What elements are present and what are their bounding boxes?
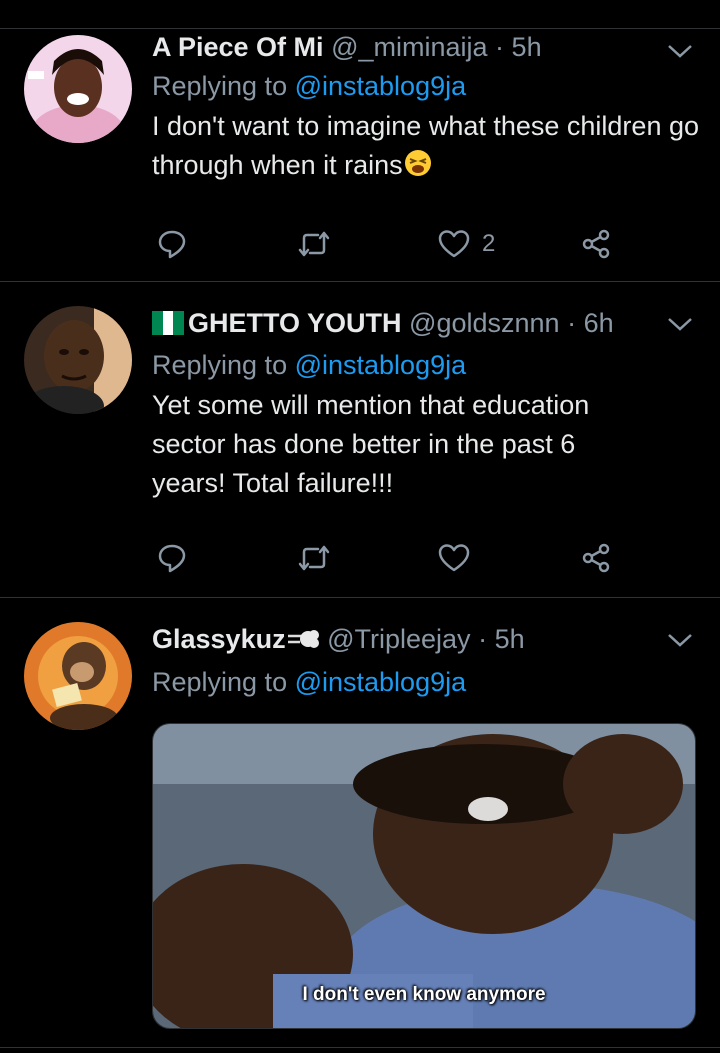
separator-dot: ·	[478, 624, 488, 654]
replying-to: Replying to @instablog9ja	[152, 663, 700, 701]
attached-media-image[interactable]: I don't even know anymore	[152, 723, 696, 1029]
retweet-button[interactable]	[296, 224, 332, 264]
avatar[interactable]	[24, 35, 132, 143]
separator-dot: ·	[495, 32, 505, 62]
avatar[interactable]	[24, 622, 132, 730]
retweet-icon	[298, 231, 330, 257]
share-button[interactable]	[580, 224, 612, 264]
share-icon	[582, 229, 610, 259]
heart-icon	[438, 544, 470, 572]
tired-face-emoji-icon	[403, 148, 433, 189]
retweet-button[interactable]	[296, 538, 332, 578]
separator-dot: ·	[567, 308, 577, 338]
avatar[interactable]	[24, 306, 132, 414]
tweet-header: Glassykuz @Tripleejay · 5h	[152, 621, 700, 661]
nigeria-flag-icon	[152, 308, 184, 344]
display-name[interactable]: A Piece Of Mi	[152, 32, 324, 62]
reply-button[interactable]	[156, 224, 188, 264]
replying-prefix: Replying to	[152, 350, 295, 380]
replying-prefix: Replying to	[152, 667, 295, 697]
tweet-reply[interactable]: GHETTO YOUTH @goldsznnn · 6h Replying to…	[0, 282, 720, 598]
dash-emoji-icon	[286, 625, 320, 661]
mention-link[interactable]: @instablog9ja	[295, 667, 467, 697]
tweet-header: GHETTO YOUTH @goldsznnn · 6h	[152, 305, 700, 344]
timestamp[interactable]: 5h	[512, 32, 542, 62]
media-caption: I don't even know anymore	[302, 984, 546, 1005]
heart-icon	[438, 230, 470, 258]
tweet-text: I don't want to imagine what these child…	[152, 107, 700, 189]
tweet-reply[interactable]: A Piece Of Mi @_miminaija · 5h Replying …	[0, 29, 720, 282]
user-handle[interactable]: @_miminaija	[331, 32, 487, 62]
retweet-icon	[298, 545, 330, 571]
tweet-text: Yet some will mention that education sec…	[152, 390, 590, 498]
reply-icon	[158, 230, 186, 259]
replying-to: Replying to @instablog9ja	[152, 346, 700, 384]
tweet-actions	[152, 538, 622, 578]
user-handle[interactable]: @goldsznnn	[409, 308, 560, 338]
chevron-down-icon[interactable]	[666, 630, 694, 650]
share-icon	[582, 543, 610, 573]
like-button[interactable]: 2	[438, 224, 495, 264]
tweet-actions: 2	[152, 224, 622, 264]
user-handle[interactable]: @Tripleejay	[327, 624, 470, 654]
tweet-header: A Piece Of Mi @_miminaija · 5h	[152, 29, 700, 65]
chevron-down-icon[interactable]	[666, 314, 694, 334]
mention-link[interactable]: @instablog9ja	[295, 71, 467, 101]
reply-icon	[158, 544, 186, 573]
replying-to: Replying to @instablog9ja	[152, 67, 700, 105]
display-name[interactable]: GHETTO YOUTH	[188, 308, 402, 338]
replying-prefix: Replying to	[152, 71, 295, 101]
timestamp[interactable]: 5h	[495, 624, 525, 654]
like-count: 2	[482, 230, 496, 257]
chevron-down-icon[interactable]	[666, 41, 694, 61]
reply-button[interactable]	[156, 538, 188, 578]
mention-link[interactable]: @instablog9ja	[295, 350, 467, 380]
display-name[interactable]: Glassykuz	[152, 624, 286, 654]
share-button[interactable]	[580, 538, 612, 578]
timestamp[interactable]: 6h	[584, 308, 614, 338]
tweet-reply[interactable]: Glassykuz @Tripleejay · 5h Replying to @…	[0, 598, 720, 1048]
like-button[interactable]	[438, 538, 470, 578]
